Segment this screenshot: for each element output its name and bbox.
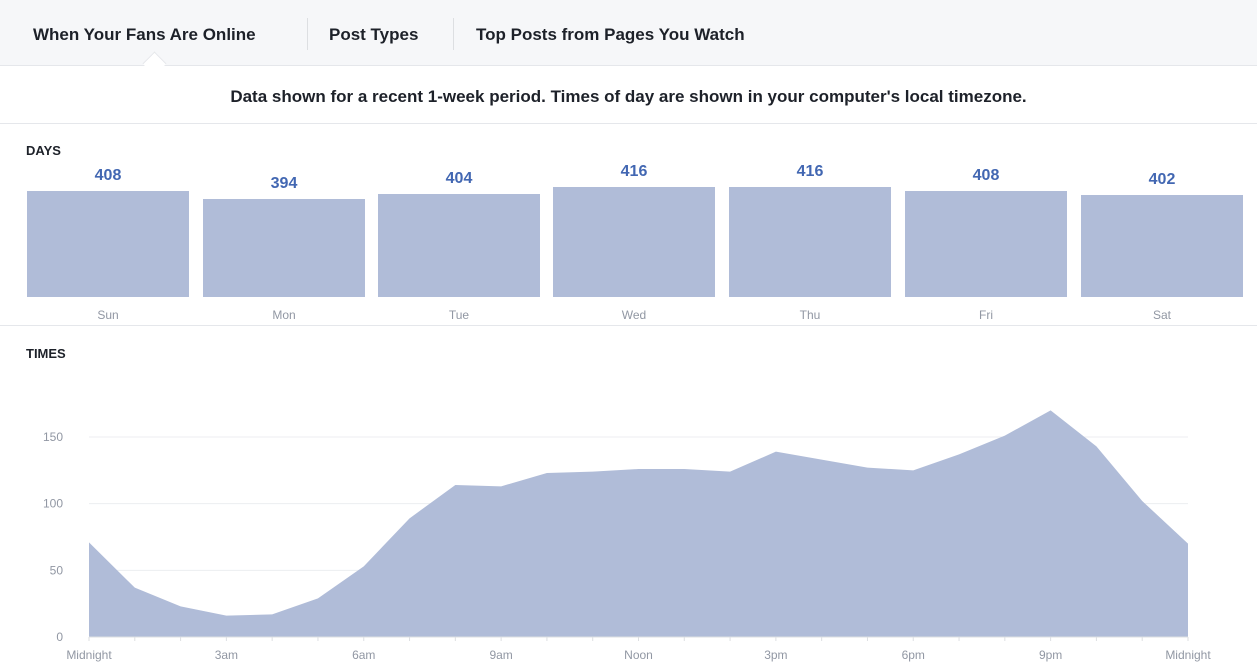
day-bar[interactable]: [553, 187, 715, 297]
y-tick-label: 150: [43, 430, 63, 444]
x-tick-label: 6pm: [902, 648, 925, 662]
x-tick-label: 9pm: [1039, 648, 1062, 662]
day-column: 408 Sun: [27, 140, 189, 322]
tab-top-posts[interactable]: Top Posts from Pages You Watch: [476, 0, 745, 66]
day-label: Sun: [97, 308, 119, 322]
x-tick-label: Midnight: [66, 648, 112, 662]
day-value-label: 402: [1148, 170, 1176, 188]
y-tick-label: 100: [43, 497, 63, 511]
day-bar[interactable]: [905, 191, 1067, 297]
tab-divider: [307, 18, 308, 50]
day-bar[interactable]: [27, 191, 189, 297]
day-bar[interactable]: [1081, 194, 1243, 297]
y-tick-label: 0: [56, 630, 63, 644]
day-value-label: 416: [620, 163, 648, 180]
day-label: Mon: [272, 308, 296, 322]
day-column: 416 Thu: [729, 140, 891, 322]
x-tick-label: Noon: [624, 648, 653, 662]
day-bar[interactable]: [203, 199, 365, 297]
day-label: Sat: [1152, 308, 1171, 322]
day-label: Fri: [979, 308, 993, 322]
day-label: Thu: [799, 308, 821, 322]
day-column: 416 Wed: [553, 140, 715, 322]
day-value-label: 404: [445, 169, 473, 187]
day-bar[interactable]: [378, 193, 540, 297]
day-value-label: 416: [796, 163, 824, 180]
x-tick-label: Midnight: [1165, 648, 1211, 662]
day-bar[interactable]: [729, 187, 891, 297]
times-section-label: TIMES: [26, 346, 66, 361]
day-column: 402 Sat: [1081, 140, 1243, 322]
x-tick-label: 3am: [215, 648, 238, 662]
tab-bar: When Your Fans Are Online Post Types Top…: [0, 0, 1257, 76]
day-column: 404 Tue: [378, 140, 540, 322]
tab-post-types[interactable]: Post Types: [329, 0, 418, 66]
x-tick-label: 9am: [489, 648, 512, 662]
x-tick-label: 3pm: [764, 648, 787, 662]
section-divider: [0, 325, 1257, 326]
day-label: Tue: [448, 308, 470, 322]
y-tick-label: 50: [50, 563, 64, 577]
times-area: [89, 410, 1188, 637]
tab-divider: [453, 18, 454, 50]
day-value-label: 394: [270, 175, 298, 193]
page: When Your Fans Are Online Post Types Top…: [0, 0, 1257, 665]
day-label: Wed: [621, 308, 647, 322]
day-column: 394 Mon: [203, 140, 365, 322]
tab-when-fans-online[interactable]: When Your Fans Are Online: [33, 0, 256, 66]
day-value-label: 408: [972, 167, 1000, 185]
day-column: 408 Fri: [905, 140, 1067, 322]
timezone-notice: Data shown for a recent 1-week period. T…: [0, 67, 1257, 124]
day-value-label: 408: [94, 167, 122, 185]
x-tick-label: 6am: [352, 648, 375, 662]
